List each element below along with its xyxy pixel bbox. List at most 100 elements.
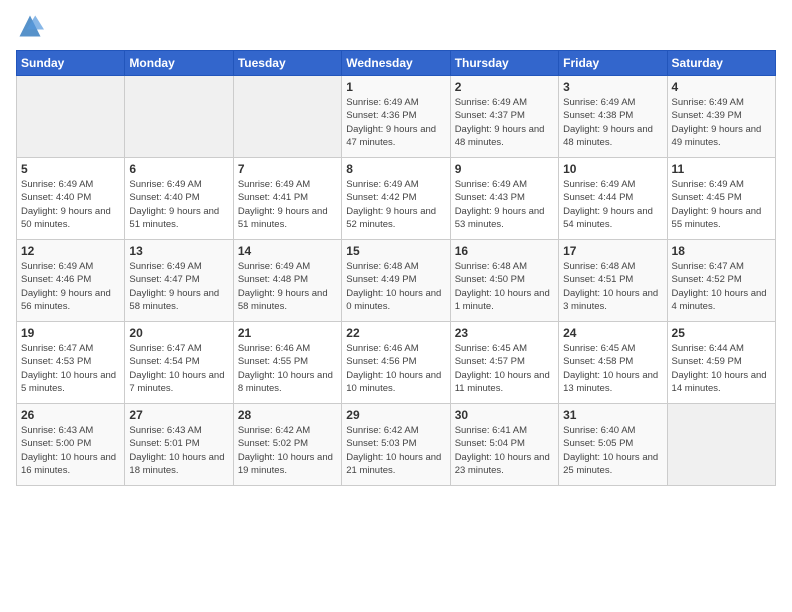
day-number: 21 — [238, 326, 337, 340]
day-number: 4 — [672, 80, 771, 94]
day-number: 18 — [672, 244, 771, 258]
day-number: 10 — [563, 162, 662, 176]
day-info: Sunrise: 6:47 AM Sunset: 4:54 PM Dayligh… — [129, 342, 228, 395]
day-info: Sunrise: 6:45 AM Sunset: 4:58 PM Dayligh… — [563, 342, 662, 395]
day-info: Sunrise: 6:45 AM Sunset: 4:57 PM Dayligh… — [455, 342, 554, 395]
day-info: Sunrise: 6:46 AM Sunset: 4:55 PM Dayligh… — [238, 342, 337, 395]
calendar-header-wednesday: Wednesday — [342, 51, 450, 76]
day-number: 3 — [563, 80, 662, 94]
calendar-cell: 24 Sunrise: 6:45 AM Sunset: 4:58 PM Dayli… — [559, 322, 667, 404]
calendar-cell: 17 Sunrise: 6:48 AM Sunset: 4:51 PM Dayli… — [559, 240, 667, 322]
calendar-week-row: 12 Sunrise: 6:49 AM Sunset: 4:46 PM Dayli… — [17, 240, 776, 322]
day-number: 28 — [238, 408, 337, 422]
calendar-cell: 12 Sunrise: 6:49 AM Sunset: 4:46 PM Dayli… — [17, 240, 125, 322]
calendar-cell: 14Sunrise: 6:49 AM Sunset: 4:48 PM Dayli… — [233, 240, 341, 322]
day-info: Sunrise: 6:44 AM Sunset: 4:59 PM Dayligh… — [672, 342, 771, 395]
calendar-cell: 19 Sunrise: 6:47 AM Sunset: 4:53 PM Dayli… — [17, 322, 125, 404]
day-number: 23 — [455, 326, 554, 340]
calendar-header-tuesday: Tuesday — [233, 51, 341, 76]
day-info: Sunrise: 6:40 AM Sunset: 5:05 PM Dayligh… — [563, 424, 662, 477]
calendar-cell: 11 Sunrise: 6:49 AM Sunset: 4:45 PM Dayli… — [667, 158, 775, 240]
day-number: 11 — [672, 162, 771, 176]
calendar-cell: 20 Sunrise: 6:47 AM Sunset: 4:54 PM Dayli… — [125, 322, 233, 404]
calendar-cell: 27 Sunrise: 6:43 AM Sunset: 5:01 PM Dayli… — [125, 404, 233, 486]
day-info: Sunrise: 6:49 AM Sunset: 4:43 PM Dayligh… — [455, 178, 554, 231]
day-number: 20 — [129, 326, 228, 340]
day-info: Sunrise: 6:48 AM Sunset: 4:50 PM Dayligh… — [455, 260, 554, 313]
calendar-cell: 21 Sunrise: 6:46 AM Sunset: 4:55 PM Dayli… — [233, 322, 341, 404]
day-number: 16 — [455, 244, 554, 258]
day-info: Sunrise: 6:49 AM Sunset: 4:44 PM Dayligh… — [563, 178, 662, 231]
day-info: Sunrise: 6:41 AM Sunset: 5:04 PM Dayligh… — [455, 424, 554, 477]
calendar-cell: 3Sunrise: 6:49 AM Sunset: 4:38 PM Daylig… — [559, 76, 667, 158]
calendar-cell: 13Sunrise: 6:49 AM Sunset: 4:47 PM Dayli… — [125, 240, 233, 322]
day-number: 12 — [21, 244, 120, 258]
day-info: Sunrise: 6:47 AM Sunset: 4:53 PM Dayligh… — [21, 342, 120, 395]
day-number: 15 — [346, 244, 445, 258]
calendar-cell: 26Sunrise: 6:43 AM Sunset: 5:00 PM Dayli… — [17, 404, 125, 486]
calendar-cell: 22 Sunrise: 6:46 AM Sunset: 4:56 PM Dayli… — [342, 322, 450, 404]
calendar-header-row: SundayMondayTuesdayWednesdayThursdayFrid… — [17, 51, 776, 76]
calendar-cell: 15 Sunrise: 6:48 AM Sunset: 4:49 PM Dayli… — [342, 240, 450, 322]
day-number: 25 — [672, 326, 771, 340]
calendar-cell: 1Sunrise: 6:49 AM Sunset: 4:36 PM Daylig… — [342, 76, 450, 158]
calendar-cell: 18 Sunrise: 6:47 AM Sunset: 4:52 PM Dayli… — [667, 240, 775, 322]
day-number: 29 — [346, 408, 445, 422]
logo-icon — [16, 12, 44, 40]
calendar-cell: 31 Sunrise: 6:40 AM Sunset: 5:05 PM Dayli… — [559, 404, 667, 486]
day-number: 24 — [563, 326, 662, 340]
calendar-header-friday: Friday — [559, 51, 667, 76]
day-number: 22 — [346, 326, 445, 340]
day-info: Sunrise: 6:49 AM Sunset: 4:46 PM Dayligh… — [21, 260, 120, 313]
day-number: 30 — [455, 408, 554, 422]
day-info: Sunrise: 6:46 AM Sunset: 4:56 PM Dayligh… — [346, 342, 445, 395]
calendar-cell — [17, 76, 125, 158]
day-info: Sunrise: 6:42 AM Sunset: 5:03 PM Dayligh… — [346, 424, 445, 477]
calendar-cell: 4 Sunrise: 6:49 AM Sunset: 4:39 PM Daylig… — [667, 76, 775, 158]
calendar-header-thursday: Thursday — [450, 51, 558, 76]
calendar-cell: 29 Sunrise: 6:42 AM Sunset: 5:03 PM Dayli… — [342, 404, 450, 486]
calendar-header-monday: Monday — [125, 51, 233, 76]
calendar-cell — [125, 76, 233, 158]
day-info: Sunrise: 6:49 AM Sunset: 4:40 PM Dayligh… — [21, 178, 120, 231]
calendar-week-row: 26Sunrise: 6:43 AM Sunset: 5:00 PM Dayli… — [17, 404, 776, 486]
calendar-week-row: 5 Sunrise: 6:49 AM Sunset: 4:40 PM Daylig… — [17, 158, 776, 240]
day-info: Sunrise: 6:48 AM Sunset: 4:49 PM Dayligh… — [346, 260, 445, 313]
calendar-cell: 7 Sunrise: 6:49 AM Sunset: 4:41 PM Daylig… — [233, 158, 341, 240]
calendar-week-row: 19 Sunrise: 6:47 AM Sunset: 4:53 PM Dayli… — [17, 322, 776, 404]
day-number: 26 — [21, 408, 120, 422]
calendar-cell: 28Sunrise: 6:42 AM Sunset: 5:02 PM Dayli… — [233, 404, 341, 486]
calendar-cell: 16 Sunrise: 6:48 AM Sunset: 4:50 PM Dayli… — [450, 240, 558, 322]
calendar-cell: 25 Sunrise: 6:44 AM Sunset: 4:59 PM Dayli… — [667, 322, 775, 404]
day-number: 27 — [129, 408, 228, 422]
calendar-cell: 5 Sunrise: 6:49 AM Sunset: 4:40 PM Daylig… — [17, 158, 125, 240]
day-info: Sunrise: 6:49 AM Sunset: 4:41 PM Dayligh… — [238, 178, 337, 231]
day-info: Sunrise: 6:49 AM Sunset: 4:47 PM Dayligh… — [129, 260, 228, 313]
day-info: Sunrise: 6:49 AM Sunset: 4:39 PM Dayligh… — [672, 96, 771, 149]
calendar-cell — [233, 76, 341, 158]
day-number: 5 — [21, 162, 120, 176]
day-info: Sunrise: 6:49 AM Sunset: 4:36 PM Dayligh… — [346, 96, 445, 149]
day-number: 14 — [238, 244, 337, 258]
calendar-header-saturday: Saturday — [667, 51, 775, 76]
calendar-header-sunday: Sunday — [17, 51, 125, 76]
calendar-cell — [667, 404, 775, 486]
calendar-cell: 30 Sunrise: 6:41 AM Sunset: 5:04 PM Dayli… — [450, 404, 558, 486]
day-info: Sunrise: 6:49 AM Sunset: 4:45 PM Dayligh… — [672, 178, 771, 231]
day-info: Sunrise: 6:47 AM Sunset: 4:52 PM Dayligh… — [672, 260, 771, 313]
day-number: 17 — [563, 244, 662, 258]
day-number: 7 — [238, 162, 337, 176]
calendar-week-row: 1Sunrise: 6:49 AM Sunset: 4:36 PM Daylig… — [17, 76, 776, 158]
calendar-cell: 9Sunrise: 6:49 AM Sunset: 4:43 PM Daylig… — [450, 158, 558, 240]
calendar-cell: 2Sunrise: 6:49 AM Sunset: 4:37 PM Daylig… — [450, 76, 558, 158]
header — [16, 12, 776, 40]
calendar-cell: 23 Sunrise: 6:45 AM Sunset: 4:57 PM Dayli… — [450, 322, 558, 404]
day-info: Sunrise: 6:49 AM Sunset: 4:42 PM Dayligh… — [346, 178, 445, 231]
day-info: Sunrise: 6:49 AM Sunset: 4:37 PM Dayligh… — [455, 96, 554, 149]
day-number: 31 — [563, 408, 662, 422]
day-info: Sunrise: 6:49 AM Sunset: 4:40 PM Dayligh… — [129, 178, 228, 231]
day-info: Sunrise: 6:48 AM Sunset: 4:51 PM Dayligh… — [563, 260, 662, 313]
calendar-cell: 8Sunrise: 6:49 AM Sunset: 4:42 PM Daylig… — [342, 158, 450, 240]
day-info: Sunrise: 6:43 AM Sunset: 5:01 PM Dayligh… — [129, 424, 228, 477]
day-number: 19 — [21, 326, 120, 340]
